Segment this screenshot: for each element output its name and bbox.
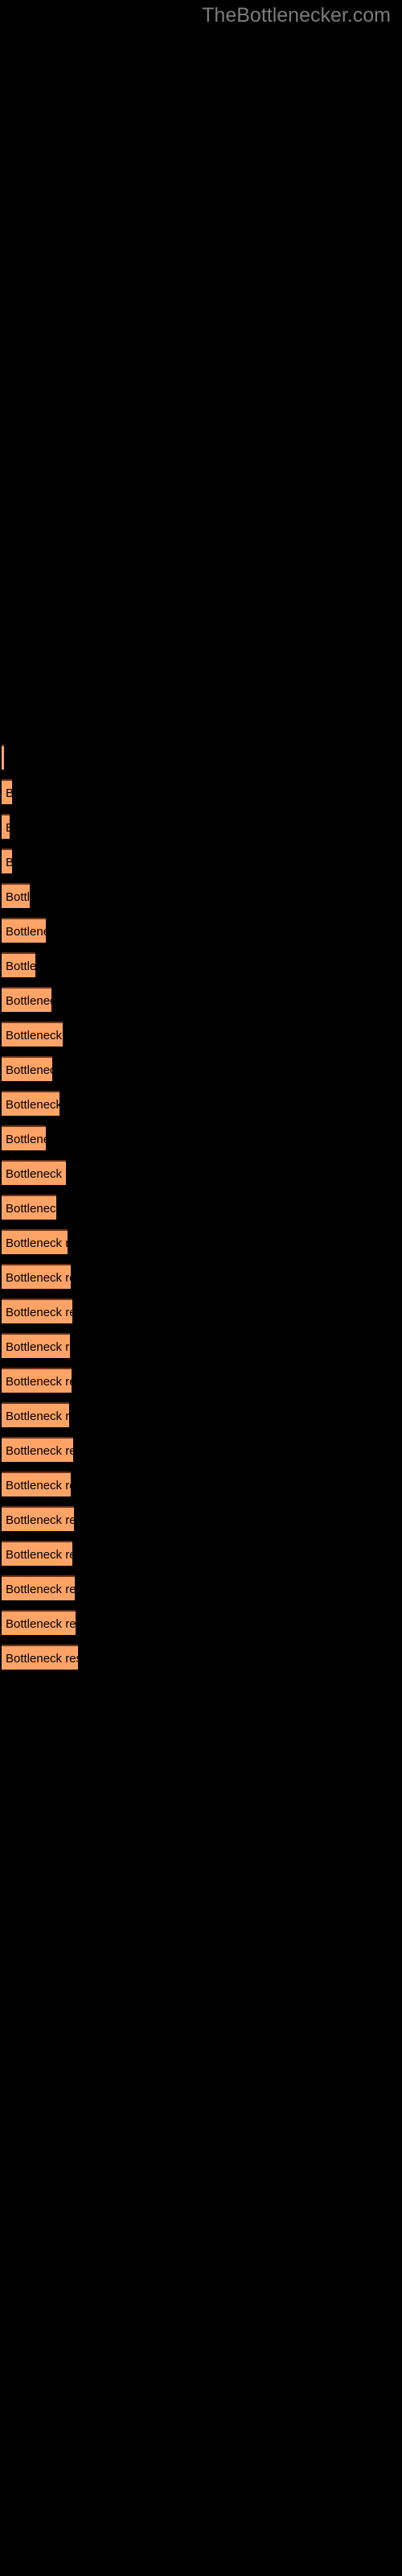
bottleneck-result-bar[interactable]: Bottleneck result (2, 1472, 71, 1496)
bar-row: Bottleneck result (0, 1437, 402, 1462)
bar-label: Bottleneck result (6, 1375, 72, 1389)
bar-row: Bottleneck result (0, 952, 402, 977)
bottleneck-result-bar[interactable]: Bottleneck result (2, 848, 12, 873)
bar-label: Bottleneck result (6, 1583, 75, 1596)
bar-row: Bottleneck result (0, 1022, 402, 1046)
bottleneck-result-bar[interactable]: Bottleneck result (2, 1610, 76, 1635)
bar-row: Bottleneck result (0, 814, 402, 839)
bottleneck-result-bar[interactable]: Bottleneck result (2, 1229, 68, 1254)
bar-label: Bottleneck result (6, 1098, 59, 1112)
bottleneck-result-bar[interactable]: Bottleneck result (2, 1125, 46, 1150)
bar-label: Bottleneck result (6, 925, 46, 939)
bar-label: Bottleneck result (6, 1479, 71, 1492)
bottleneck-result-bar[interactable]: Bottleneck result (2, 1541, 72, 1566)
bar-label: Bottleneck result (6, 1271, 71, 1285)
bar-row: Bottleneck result (0, 779, 402, 804)
bottleneck-result-bar[interactable]: Bottleneck result (2, 1506, 74, 1531)
bar-row: Bottleneck result (0, 1506, 402, 1531)
bar-label: Bottleneck result (6, 1063, 52, 1077)
bottleneck-result-bar[interactable]: Bottleneck result (2, 1264, 71, 1289)
bar-label: Bottleneck result (6, 890, 30, 904)
bar-row: Bottleneck result (0, 1402, 402, 1427)
bottleneck-result-bar[interactable]: Bottleneck result (2, 1368, 72, 1393)
chart-plot-area: Bottleneck result Bottleneck result Bottle… (0, 0, 402, 2576)
bar-row: Bottleneck result (0, 1368, 402, 1393)
bar-label: Bottleneck result (6, 852, 12, 873)
bottleneck-result-bar[interactable]: Bottleneck result (2, 1022, 63, 1046)
bottleneck-result-bar[interactable]: Bottleneck result (2, 1298, 72, 1323)
bar-label: Bottleneck result (6, 1029, 63, 1042)
bottleneck-result-bar[interactable]: Bottleneck result (2, 1091, 59, 1116)
bar-row: Bottleneck result (0, 745, 402, 770)
bar-row: Bottleneck result (0, 1125, 402, 1150)
page-root: TheBottlenecker.com Bottleneck resultBot… (0, 0, 402, 2576)
bottleneck-result-bar[interactable]: Bottleneck result (2, 952, 35, 977)
bar-row: Bottleneck result (0, 1160, 402, 1185)
bar-label: Bottleneck result (6, 1444, 73, 1458)
bar-label: Bottleneck result (6, 1410, 69, 1423)
bar-row: Bottleneck result (0, 1333, 402, 1358)
bottleneck-result-bar[interactable]: Bottleneck result (2, 779, 12, 804)
bar-label: Bottleneck result (6, 1167, 66, 1181)
bar-label: Bottleneck result (6, 818, 10, 838)
bar-row: Bottleneck result (0, 1264, 402, 1289)
bar-row: Bottleneck result (0, 883, 402, 908)
bottleneck-result-bar[interactable]: Bottleneck result (2, 1437, 73, 1462)
bar-label: Bottleneck result (6, 1133, 46, 1146)
bar-row: Bottleneck result (0, 1610, 402, 1635)
bar-label: Bottleneck result (6, 1617, 76, 1631)
bar-row: Bottleneck result (0, 987, 402, 1012)
bottleneck-result-bar[interactable]: Bottleneck result (2, 918, 46, 943)
bar-label: Bottleneck result (6, 994, 51, 1008)
bar-label: Bottleneck result (6, 1548, 72, 1562)
bottleneck-result-bar[interactable]: Bottleneck result (2, 1575, 75, 1600)
bar-row: Bottleneck result (0, 1229, 402, 1254)
bottleneck-result-bar[interactable]: Bottleneck result (2, 1402, 69, 1427)
bar-row: Bottleneck result (0, 1056, 402, 1081)
bar-row: Bottleneck result (0, 1298, 402, 1323)
bottleneck-result-bar[interactable]: Bottleneck result (2, 745, 4, 770)
bar-label: Bottleneck result (6, 960, 35, 973)
bar-label: Bottleneck result (6, 1306, 72, 1319)
bar-row: Bottleneck result (0, 1541, 402, 1566)
bottleneck-result-bar[interactable]: Bottleneck result (2, 883, 30, 908)
bottleneck-result-bar[interactable]: Bottleneck result (2, 1160, 66, 1185)
bottleneck-result-bar[interactable]: Bottleneck result (2, 1645, 78, 1670)
bar-row: Bottleneck result (0, 1091, 402, 1116)
bottleneck-result-bar[interactable]: Bottleneck result (2, 1056, 52, 1081)
bar-label: Bottleneck result (6, 783, 12, 803)
bar-row: Bottleneck result (0, 1645, 402, 1670)
bottleneck-result-bar[interactable]: Bottleneck result (2, 814, 10, 839)
bottleneck-result-bar[interactable]: Bottleneck result (2, 1195, 56, 1220)
bottleneck-result-bar[interactable]: Bottleneck result (2, 1333, 70, 1358)
bar-row: Bottleneck result (0, 1195, 402, 1220)
bar-row: Bottleneck result (0, 918, 402, 943)
bar-label: Bottleneck result (6, 1340, 70, 1354)
bar-label: Bottleneck result (6, 1513, 74, 1527)
bar-row: Bottleneck result (0, 848, 402, 873)
bottleneck-bar-chart: Bottleneck result Bottleneck result Bottle… (0, 0, 402, 2576)
bar-label: Bottleneck result (6, 1202, 56, 1216)
bar-row: Bottleneck result (0, 1472, 402, 1496)
bar-label: Bottleneck result (6, 1236, 68, 1250)
bar-row: Bottleneck result (0, 1575, 402, 1600)
bar-label: Bottleneck result (6, 1652, 78, 1666)
bottleneck-result-bar[interactable]: Bottleneck result (2, 987, 51, 1012)
